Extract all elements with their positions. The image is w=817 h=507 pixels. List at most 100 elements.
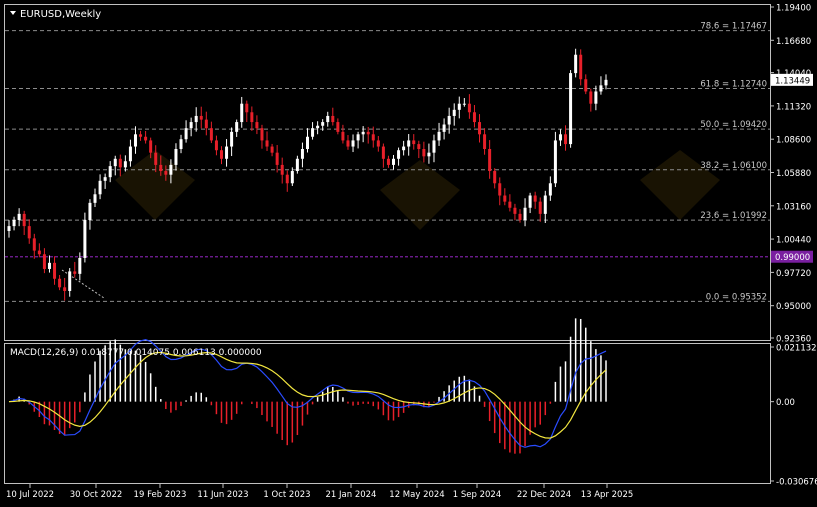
candle-body (381, 146, 385, 159)
candle-body (548, 183, 552, 196)
macd-panel-frame (4, 343, 771, 484)
candle-body (407, 140, 411, 147)
candle-body (17, 213, 21, 220)
macd-tick-label: -0.030676 (776, 478, 817, 488)
current-price-label: 1.13449 (775, 76, 810, 86)
time-tick-label: 21 Jan 2024 (326, 490, 377, 500)
candle-body (589, 91, 593, 104)
candle-body (58, 278, 62, 288)
time-tick-label: 30 Oct 2022 (70, 490, 123, 500)
candle-body (604, 79, 608, 86)
horizontal-level[interactable]: 0.99000 (5, 250, 813, 264)
candle-body (103, 177, 107, 181)
time-tick-label: 10 Jul 2022 (6, 490, 54, 500)
candle-body (361, 131, 365, 135)
candle-body (139, 134, 143, 137)
candle-body (326, 115, 330, 123)
candle-body (300, 148, 304, 159)
candle-body (63, 287, 67, 291)
candle-body (209, 128, 213, 141)
candle-body (417, 144, 421, 149)
price-tick-label: 0.97720 (776, 269, 811, 279)
candle-body (275, 152, 279, 165)
candle-body (412, 140, 416, 145)
candle-body (295, 158, 299, 172)
candle-body (316, 125, 320, 129)
candle-body (523, 207, 527, 220)
candle-body (108, 166, 112, 178)
candle-body (285, 174, 289, 184)
candle-body (290, 171, 294, 184)
candle-body (235, 122, 239, 132)
fib-label: 78.6 = 1.17467 (700, 22, 767, 32)
candle-body (528, 195, 532, 208)
candle-body (12, 219, 16, 227)
price-tick-label: 1.00440 (776, 236, 811, 246)
candle-body (32, 238, 36, 251)
candle-body (73, 271, 77, 274)
candle-body (341, 131, 345, 141)
candle-body (250, 112, 254, 123)
candle-body (47, 262, 51, 269)
time-tick-label: 19 Feb 2023 (134, 490, 187, 500)
candle-body (366, 131, 370, 135)
candle-body (88, 202, 92, 220)
candle-body (265, 140, 269, 147)
candle-body (538, 201, 542, 214)
candle-body (462, 103, 466, 105)
price-tick-label: 1.03160 (776, 202, 811, 212)
candle-body (93, 194, 97, 203)
price-tick-label: 1.11320 (776, 102, 811, 112)
candle-body (569, 73, 573, 145)
candle-body (219, 150, 223, 159)
candle-body (452, 109, 456, 116)
fib-label: 50.0 = 1.09420 (700, 120, 767, 130)
candle-body (154, 152, 158, 165)
candle-body (169, 164, 173, 175)
time-tick-label: 22 Dec 2024 (517, 490, 571, 500)
candle-body (447, 115, 451, 125)
time-tick-label: 1 Sep 2024 (453, 490, 501, 500)
candles (7, 48, 608, 301)
candle-body (194, 115, 198, 123)
candle-body (245, 103, 249, 113)
fib-label: 0.0 = 0.95352 (706, 292, 767, 302)
triangle-down-icon[interactable] (10, 11, 16, 15)
candle-body (118, 158, 122, 168)
candle-body (356, 134, 360, 141)
candle-body (144, 136, 148, 141)
fib-label: 61.8 = 1.12740 (700, 80, 767, 90)
price-tick-label: 1.05880 (776, 169, 811, 179)
candle-body (543, 195, 547, 214)
candle-body (579, 54, 583, 80)
candle-body (402, 146, 406, 151)
candle-body (189, 122, 193, 129)
candle-body (386, 158, 390, 165)
macd-indicator (8, 318, 607, 454)
candle-body (564, 134, 568, 145)
time-tick-label: 12 May 2024 (389, 490, 444, 500)
candle-body (270, 146, 274, 153)
candle-body (518, 213, 522, 220)
price-tick-label: 1.16680 (776, 37, 811, 47)
candle-body (457, 103, 461, 110)
watermark-logo (115, 150, 720, 230)
signal-line (8, 351, 607, 439)
time-axis: 10 Jul 2022 30 Oct 2022 19 Feb 2023 11 Jun … (6, 484, 633, 500)
candle-body (397, 150, 401, 159)
chart-title-group[interactable]: EURUSD,Weekly (10, 9, 101, 20)
candle-body (371, 134, 375, 141)
candle-body (306, 136, 309, 149)
macd-axis: 0.021132 0.00 -0.030676 (770, 344, 817, 488)
chart-canvas[interactable]: 78.6 = 1.17467 61.8 = 1.12740 50.0 = 1.094… (0, 0, 817, 503)
candle-body (483, 134, 487, 149)
candle-body (336, 122, 340, 132)
candle-body (128, 146, 132, 162)
candle-body (27, 226, 31, 239)
candle-body (123, 161, 127, 168)
candle-body (164, 171, 168, 175)
candle-body (113, 158, 117, 167)
time-tick-label: 13 Apr 2025 (581, 490, 634, 500)
fib-label: 38.2 = 1.06100 (700, 161, 767, 171)
candle-body (346, 140, 350, 147)
